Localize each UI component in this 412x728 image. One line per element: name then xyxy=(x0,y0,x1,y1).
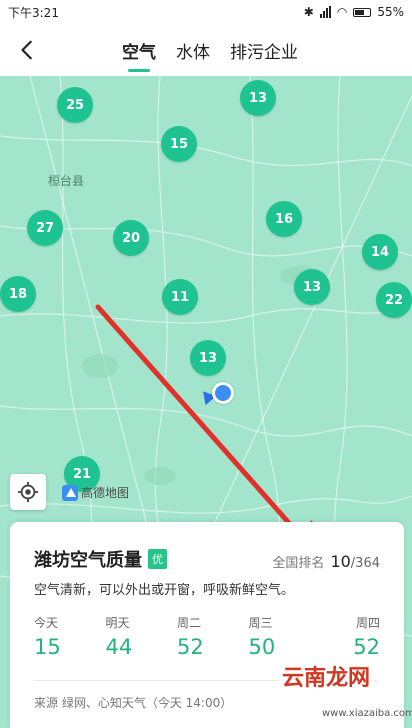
map-provider-name: 高德地图 xyxy=(81,486,130,500)
battery-percent: 55% xyxy=(377,5,404,19)
forecast-day-label: 今天 xyxy=(34,616,59,630)
forecast-day-label: 周四 xyxy=(355,616,380,630)
amap-logo-icon xyxy=(62,484,78,501)
forecast-day: 周二 52 xyxy=(177,614,237,659)
rank-value: 10 xyxy=(330,552,351,571)
aqi-marker[interactable]: 13 xyxy=(294,269,330,305)
back-button[interactable] xyxy=(14,36,42,64)
map-provider-logo: 高德地图 xyxy=(62,484,129,501)
aqi-marker[interactable]: 13 xyxy=(190,340,226,376)
aqi-marker[interactable]: 14 xyxy=(362,234,398,270)
forecast-day: 周三 50 xyxy=(249,614,309,659)
forecast-day-label: 周三 xyxy=(248,616,273,630)
tab-polluters[interactable]: 排污企业 xyxy=(230,24,298,76)
back-arrow-icon xyxy=(21,40,32,60)
aqi-marker[interactable]: 27 xyxy=(27,210,63,246)
forecast-day: 周四 52 xyxy=(320,614,380,659)
crosshair-icon xyxy=(17,481,39,503)
current-location-icon xyxy=(212,382,234,404)
rank-label: 全国排名 xyxy=(272,556,325,571)
aqi-marker[interactable]: 11 xyxy=(162,279,198,315)
forecast-row: 今天 15 明天 44 周二 52 周三 50 周四 52 xyxy=(34,614,380,659)
forecast-day-label: 明天 xyxy=(105,616,130,630)
status-icons: ✱ ◠ 55% xyxy=(304,5,404,19)
forecast-aqi: 15 xyxy=(34,635,61,659)
aqi-marker[interactable]: 25 xyxy=(57,87,93,123)
forecast-day: 今天 15 xyxy=(34,614,94,659)
watermark-logo: 云南龙网 xyxy=(278,658,375,694)
aqi-marker[interactable]: 13 xyxy=(240,80,276,116)
battery-icon xyxy=(353,7,372,17)
aqi-marker[interactable]: 20 xyxy=(113,220,149,256)
forecast-aqi: 52 xyxy=(353,635,380,659)
rank-total: /364 xyxy=(350,556,380,571)
national-rank: 全国排名 10/364 xyxy=(272,552,380,571)
forecast-aqi: 50 xyxy=(248,635,276,659)
wifi-icon: ◠ xyxy=(336,5,348,19)
tab-bar: 空气 水体 排污企业 xyxy=(122,24,298,76)
forecast-day-label: 周二 xyxy=(177,616,202,630)
nav-bar: 空气 水体 排污企业 xyxy=(0,24,412,76)
forecast-aqi: 52 xyxy=(177,635,204,659)
aqi-marker[interactable]: 22 xyxy=(376,282,412,318)
forecast-aqi: 44 xyxy=(105,635,133,659)
tab-air[interactable]: 空气 xyxy=(122,24,156,76)
forecast-day: 明天 44 xyxy=(106,614,166,659)
bluetooth-icon: ✱ xyxy=(303,5,314,19)
data-source: 来源 绿网、心知天气（今天 14:00） xyxy=(34,696,233,710)
signal-icon xyxy=(319,6,331,18)
aqi-grade-badge: 优 xyxy=(148,549,167,569)
tab-water[interactable]: 水体 xyxy=(176,24,210,76)
status-time: 下午3:21 xyxy=(8,5,59,20)
locate-button[interactable] xyxy=(10,474,46,510)
aqi-marker[interactable]: 16 xyxy=(266,201,302,237)
card-title: 潍坊空气质量 xyxy=(34,550,142,571)
county-label: 桓台县 xyxy=(48,174,85,188)
status-bar: 下午3:21 ✱ ◠ 55% xyxy=(0,0,412,24)
health-advice: 空气清新，可以外出或开窗，呼吸新鲜空气。 xyxy=(34,583,295,598)
card-header: 潍坊空气质量 优 xyxy=(34,546,167,572)
aqi-marker[interactable]: 15 xyxy=(161,126,197,162)
aqi-marker[interactable]: 18 xyxy=(0,276,36,312)
watermark-url: www.xiazaiba.com xyxy=(322,708,412,719)
